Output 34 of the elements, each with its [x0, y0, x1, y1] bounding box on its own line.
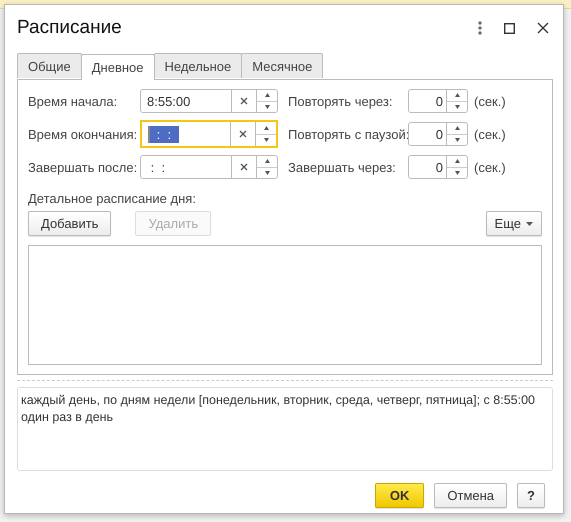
cancel-button[interactable]: Отмена: [434, 483, 508, 508]
unit-label: (сек.): [474, 160, 507, 174]
more-button[interactable]: Еще: [486, 211, 542, 236]
field-label: Время начала:: [28, 94, 118, 108]
number-field[interactable]: 0: [408, 122, 468, 146]
tab[interactable]: Общие: [17, 53, 82, 78]
detail-label: Детальное расписание дня:: [28, 191, 197, 206]
number-field[interactable]: 0: [408, 89, 468, 113]
clear-icon[interactable]: [239, 130, 247, 138]
field-label: Завершать после:: [28, 160, 138, 174]
time-field[interactable]: 8:55:00: [140, 89, 278, 113]
clear-icon[interactable]: [240, 163, 248, 171]
help-button[interactable]: ?: [517, 483, 545, 508]
close-icon[interactable]: [537, 22, 549, 34]
tab[interactable]: Месячное: [241, 53, 324, 78]
more-options-icon[interactable]: [478, 21, 482, 35]
tab[interactable]: Дневное: [80, 54, 155, 80]
field-label: Завершать через:: [288, 160, 397, 174]
window-title: Расписание: [17, 17, 123, 39]
maximize-icon[interactable]: [504, 22, 515, 34]
unit-label: (сек.): [474, 126, 507, 142]
time-field[interactable]: : :: [140, 155, 278, 179]
schedule-description: каждый день, по дням недели [понедельник, вторник, среда, четверг, пятница]; с 8:55:00 один раз в день: [17, 387, 553, 471]
clear-icon[interactable]: [240, 97, 248, 105]
unit-label: (сек.): [474, 94, 507, 108]
tab[interactable]: Недельное: [154, 53, 242, 78]
number-field[interactable]: 0: [408, 155, 468, 179]
caret-icon: [526, 222, 533, 226]
time-field[interactable]: : :: [140, 120, 278, 148]
add-button[interactable]: Добавить: [28, 211, 112, 236]
field-label: Время окончания:: [28, 126, 138, 142]
field-label: Повторять через:: [288, 94, 394, 108]
ok-button[interactable]: OK: [374, 483, 424, 508]
field-label: Повторять с паузой:: [288, 126, 408, 142]
